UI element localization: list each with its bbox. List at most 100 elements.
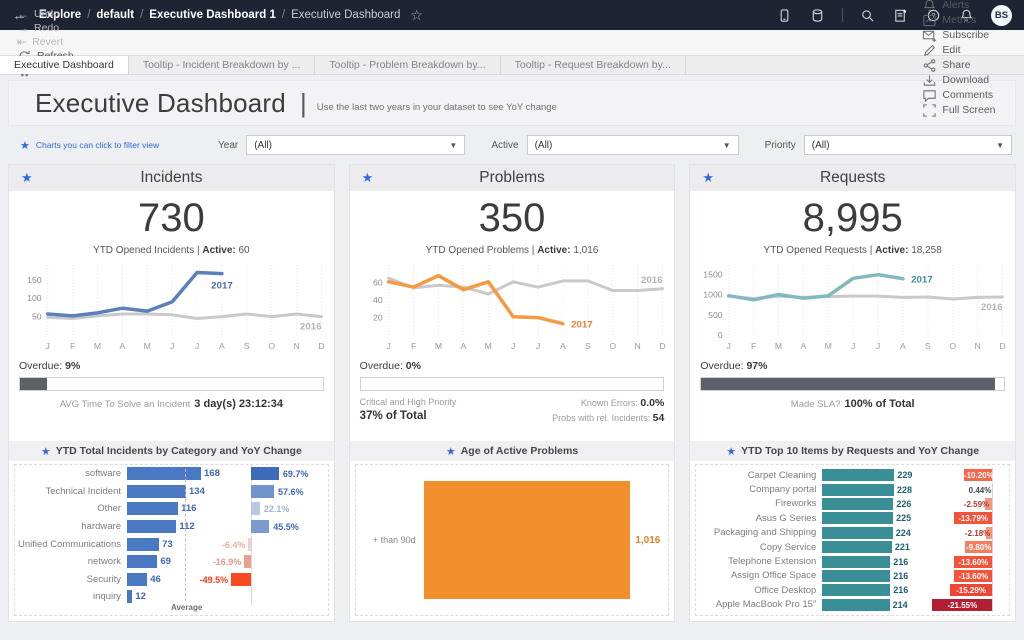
top10-row[interactable]: Apple MacBook Pro 15"214-21.55% (696, 598, 1009, 612)
incidents-trend-chart[interactable]: 50100150JFMAMJJASOND20162017 (13, 261, 330, 353)
chevron-down-icon: ▼ (723, 141, 731, 150)
svg-text:J: J (170, 341, 174, 351)
requests-list-icon[interactable] (892, 7, 909, 24)
category-row[interactable]: network69-16.9% (15, 553, 328, 571)
top10-row[interactable]: Assign Office Space216-13.60% (696, 569, 1009, 583)
breadcrumb-item[interactable]: default (96, 9, 134, 21)
requests-header[interactable]: ★ Requests (690, 165, 1015, 191)
incidents-category-chart[interactable]: software16869.7%Technical Incident13457.… (14, 464, 329, 616)
page-title: Executive Dashboard (35, 88, 286, 119)
yoy-bar[interactable]: -15.29% (908, 584, 1009, 596)
top10-row[interactable]: Office Desktop216-15.29% (696, 583, 1009, 597)
search-icon[interactable] (859, 7, 876, 24)
yoy-bar[interactable]: -2.18% (908, 527, 1009, 539)
breadcrumb-item[interactable]: Executive Dashboard 1 (149, 9, 276, 21)
yoy-bar[interactable]: 45.5% (215, 520, 328, 533)
priority-select[interactable]: (All)▼ (804, 135, 1012, 155)
revert-button: ⇤Revert (8, 35, 83, 49)
item-bar[interactable]: 216 (822, 556, 908, 568)
category-bar[interactable]: 73 (127, 538, 215, 551)
problems-age-chart[interactable]: + than 90d1,016 (355, 464, 670, 616)
favorite-star-icon[interactable]: ☆ (410, 7, 423, 24)
requests-subchart-header[interactable]: ★ YTD Top 10 Items by Requests and YoY C… (690, 441, 1015, 461)
yoy-bar[interactable]: -49.5% (215, 573, 328, 586)
category-bar[interactable]: 116 (127, 502, 215, 515)
yoy-bar[interactable]: -13.60% (908, 570, 1009, 582)
requests-title: Requests (820, 169, 885, 187)
problems-trend-chart[interactable]: 204060JFMAMJJASOND20162017 (354, 261, 671, 353)
svg-text:0: 0 (718, 330, 723, 340)
category-bar[interactable]: 12 (127, 590, 215, 603)
full-screen-button[interactable]: Full Screen (913, 103, 1016, 118)
yoy-bar[interactable]: -13.60% (908, 556, 1009, 568)
yoy-bar[interactable]: 0.44% (908, 484, 1009, 496)
metrics-button[interactable]: Metrics (913, 13, 1016, 28)
incidents-subchart-header[interactable]: ★ YTD Total Incidents by Category and Yo… (9, 441, 334, 461)
yoy-bar[interactable] (215, 590, 328, 603)
category-bar[interactable]: 134 (127, 485, 215, 498)
top10-row[interactable]: Carpet Cleaning229-10.20% (696, 468, 1009, 482)
incidents-header[interactable]: ★ Incidents (9, 165, 334, 191)
category-row[interactable]: Other11622.1% (15, 500, 328, 518)
yoy-bar[interactable]: -6.4% (215, 538, 328, 551)
yoy-bar[interactable]: -9.80% (908, 541, 1009, 553)
tab-tooltip-request-breakdown-by-[interactable]: Tooltip - Request Breakdown by... (501, 56, 686, 74)
item-bar[interactable]: 225 (822, 512, 908, 524)
item-bar[interactable]: 216 (822, 570, 908, 582)
toolbar: ←Undo→Redo⇤RevertRefreshPause Data Detai… (0, 30, 1024, 56)
yoy-bar[interactable]: -16.9% (215, 555, 328, 568)
category-row[interactable]: Security46-49.5% (15, 571, 328, 589)
yoy-bar[interactable]: 57.6% (215, 485, 328, 498)
data-source-icon[interactable] (809, 7, 826, 24)
category-row[interactable]: hardware11245.5% (15, 518, 328, 536)
year-select[interactable]: (All)▼ (246, 135, 465, 155)
tab-tooltip-problem-breakdown-by-[interactable]: Tooltip - Problem Breakdown by... (315, 56, 500, 74)
item-bar[interactable]: 216 (822, 584, 908, 596)
yoy-bar[interactable]: -13.79% (908, 512, 1009, 524)
subscribe-button[interactable]: Subscribe (913, 28, 1016, 43)
category-bar[interactable]: 69 (127, 555, 215, 568)
problems-header[interactable]: ★ Problems (350, 165, 675, 191)
top10-row[interactable]: Packaging and Shipping224-2.18% (696, 526, 1009, 540)
top10-row[interactable]: Fireworks226-2.59% (696, 497, 1009, 511)
category-row[interactable]: Unified Communications73-6.4% (15, 535, 328, 553)
item-label: Packaging and Shipping (696, 527, 822, 538)
yoy-bar[interactable]: 22.1% (215, 502, 328, 515)
item-bar[interactable]: 224 (822, 527, 908, 539)
item-bar[interactable]: 228 (822, 484, 908, 496)
top10-row[interactable]: Company portal2280.44% (696, 482, 1009, 496)
active-select[interactable]: (All)▼ (527, 135, 739, 155)
download-button[interactable]: Download (913, 73, 1016, 88)
category-label: Security (15, 574, 127, 585)
breadcrumb-item[interactable]: Executive Dashboard (291, 9, 400, 21)
comments-button[interactable]: Comments (913, 88, 1016, 103)
requests-trend-chart[interactable]: 050010001500JFMAMJJASOND20162017 (694, 261, 1011, 353)
device-preview-icon[interactable] (776, 7, 793, 24)
top10-row[interactable]: Telephone Extension216-13.60% (696, 554, 1009, 568)
tab-executive-dashboard[interactable]: Executive Dashboard (0, 56, 129, 74)
yoy-bar[interactable]: -2.59% (908, 498, 1009, 510)
top10-row[interactable]: Copy Service221-9.80% (696, 540, 1009, 554)
category-row[interactable]: software16869.7% (15, 465, 328, 483)
category-bar[interactable]: 168 (127, 467, 215, 480)
age-chart-row[interactable]: + than 90d1,016 (356, 465, 669, 615)
svg-text:50: 50 (32, 312, 42, 322)
alerts-button[interactable]: Alerts (913, 0, 1016, 13)
requests-top10-chart[interactable]: Carpet Cleaning229-10.20%Company portal2… (695, 464, 1010, 616)
problems-subchart-header[interactable]: ★ Age of Active Problems (350, 441, 675, 461)
item-bar[interactable]: 214 (822, 599, 908, 611)
category-row[interactable]: Technical Incident13457.6% (15, 483, 328, 501)
yoy-bar[interactable]: 69.7% (215, 467, 328, 480)
share-button[interactable]: Share (913, 58, 1016, 73)
item-bar[interactable]: 221 (822, 541, 908, 553)
yoy-bar[interactable]: -10.20% (908, 469, 1009, 481)
top10-row[interactable]: Asus G Series225-13.79% (696, 511, 1009, 525)
item-bar[interactable]: 226 (822, 498, 908, 510)
tab-tooltip-incident-breakdown-by-[interactable]: Tooltip - Incident Breakdown by ... (129, 56, 316, 74)
item-bar[interactable]: 229 (822, 469, 908, 481)
edit-button[interactable]: Edit (913, 43, 1016, 58)
yoy-bar[interactable]: -21.55% (908, 599, 1009, 611)
category-bar[interactable]: 112 (127, 520, 215, 533)
age-bar[interactable] (424, 481, 631, 599)
breadcrumb[interactable]: Explore/default/Executive Dashboard 1/Ex… (39, 9, 400, 21)
